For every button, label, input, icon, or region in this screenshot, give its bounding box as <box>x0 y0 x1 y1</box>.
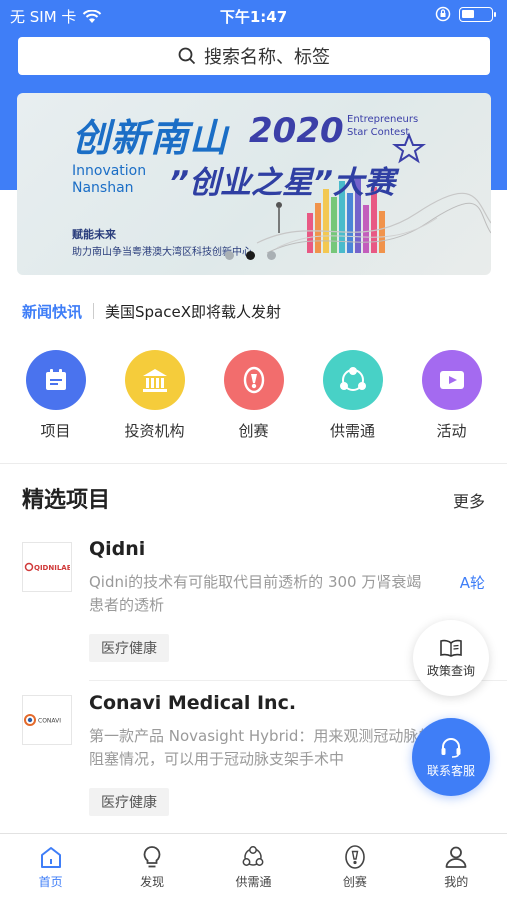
project-logo: CONAVI <box>22 695 72 745</box>
industry-tag[interactable]: 医疗健康 <box>89 634 169 662</box>
category-label: 投资机构 <box>124 422 185 440</box>
conavi-logo-icon: CONAVI <box>24 714 61 726</box>
tab-label: 我的 <box>444 875 469 889</box>
category-label: 活动 <box>436 422 467 440</box>
banner-contest-name: ”创业之星”大赛 <box>169 165 395 201</box>
tab-profile[interactable]: 我的 <box>416 834 496 900</box>
status-right <box>435 6 496 22</box>
calendar-icon <box>25 350 86 410</box>
medal-icon <box>345 845 365 869</box>
category-label: 创赛 <box>238 422 269 440</box>
carousel-dots[interactable] <box>225 251 276 260</box>
banner-english-subtitle: Innovation Nanshan <box>72 163 146 197</box>
carousel-dot-active[interactable] <box>246 251 255 260</box>
category-investors[interactable]: 投资机构 <box>115 350 195 441</box>
carousel-dot[interactable] <box>267 251 276 260</box>
project-description: Qidni的技术有可能取代目前透析的 300 万肾衰竭患者的透析 <box>89 573 422 614</box>
search-placeholder: 搜索名称、标签 <box>204 47 330 68</box>
network-icon <box>243 846 264 866</box>
category-projects[interactable]: 项目 <box>16 350 96 441</box>
policy-query-label: 政策查询 <box>426 663 475 678</box>
tab-supply-demand[interactable]: 供需通 <box>213 834 293 900</box>
promo-banner[interactable]: 创新南山 2020 Entrepreneurs Star Contest Inn… <box>17 93 491 275</box>
clock: 下午1:47 <box>219 8 288 26</box>
category-label: 项目 <box>40 422 71 440</box>
more-link[interactable]: 更多 <box>453 488 485 512</box>
search-icon <box>178 47 196 65</box>
category-contest[interactable]: 创赛 <box>214 350 294 441</box>
bottom-tab-bar: 首页 发现 供需通 创赛 我的 <box>0 833 507 900</box>
rotation-lock-icon <box>435 6 451 22</box>
category-grid: 项目 投资机构 创赛 供需通 活动 <box>0 350 507 441</box>
customer-service-label: 联系客服 <box>426 763 475 778</box>
tab-label: 创赛 <box>342 875 367 889</box>
network-icon <box>322 350 383 410</box>
home-icon <box>40 847 61 868</box>
customer-service-button[interactable]: 联系客服 <box>412 718 490 796</box>
tab-label: 供需通 <box>235 875 272 889</box>
news-divider <box>93 303 95 319</box>
funding-round-badge: A轮 <box>459 574 485 592</box>
bank-icon <box>124 350 185 410</box>
project-description: 第一款产品 Novasight Hybrid：用来观测冠动脉的阻塞情况，可以用于… <box>89 727 434 768</box>
industry-tag[interactable]: 医疗健康 <box>89 788 169 816</box>
video-icon <box>421 350 482 410</box>
banner-slogan: 赋能未来 <box>72 228 116 241</box>
project-logo: QIDNILABS <box>22 542 72 592</box>
battery-icon <box>459 6 496 22</box>
banner-title: 创新南山 <box>72 116 229 160</box>
project-name: Qidni <box>89 538 146 560</box>
carousel-dot[interactable] <box>225 251 234 260</box>
banner-english-line-1: Innovation <box>72 163 147 179</box>
tab-home[interactable]: 首页 <box>11 834 91 900</box>
bulb-icon <box>143 846 161 868</box>
status-bar: 无 SIM 卡 下午1:47 <box>0 0 507 30</box>
banner-english-title: Entrepreneurs Star Contest <box>347 114 419 138</box>
search-bar[interactable]: 搜索名称、标签 <box>18 37 490 75</box>
banner-year: 2020 <box>249 111 344 151</box>
svg-text:QIDNILABS: QIDNILABS <box>34 564 70 572</box>
tab-contest[interactable]: 创赛 <box>315 834 395 900</box>
user-icon <box>445 846 467 868</box>
qidni-logo-icon: QIDNILABS <box>24 562 70 572</box>
svg-text:CONAVI: CONAVI <box>38 718 61 725</box>
tab-label: 首页 <box>38 875 63 889</box>
headset-icon <box>441 737 461 758</box>
tab-label: 发现 <box>140 875 165 889</box>
category-supply-demand[interactable]: 供需通 <box>313 350 393 441</box>
news-tag: 新闻快讯 <box>22 302 83 321</box>
news-headline[interactable]: 美国SpaceX即将载人发射 <box>105 301 281 322</box>
category-events[interactable]: 活动 <box>412 350 492 441</box>
policy-query-button[interactable]: 政策查询 <box>413 620 489 696</box>
medal-icon <box>223 350 284 410</box>
tab-discover[interactable]: 发现 <box>112 834 192 900</box>
category-label: 供需通 <box>329 422 375 440</box>
banner-english-line-2: Nanshan <box>72 180 134 196</box>
book-icon <box>440 639 462 657</box>
news-ticker[interactable]: 新闻快讯 美国SpaceX即将载人发射 <box>22 300 281 322</box>
section-divider <box>0 463 507 464</box>
section-title: 精选项目 <box>22 488 111 513</box>
project-name: Conavi Medical Inc. <box>89 692 297 714</box>
